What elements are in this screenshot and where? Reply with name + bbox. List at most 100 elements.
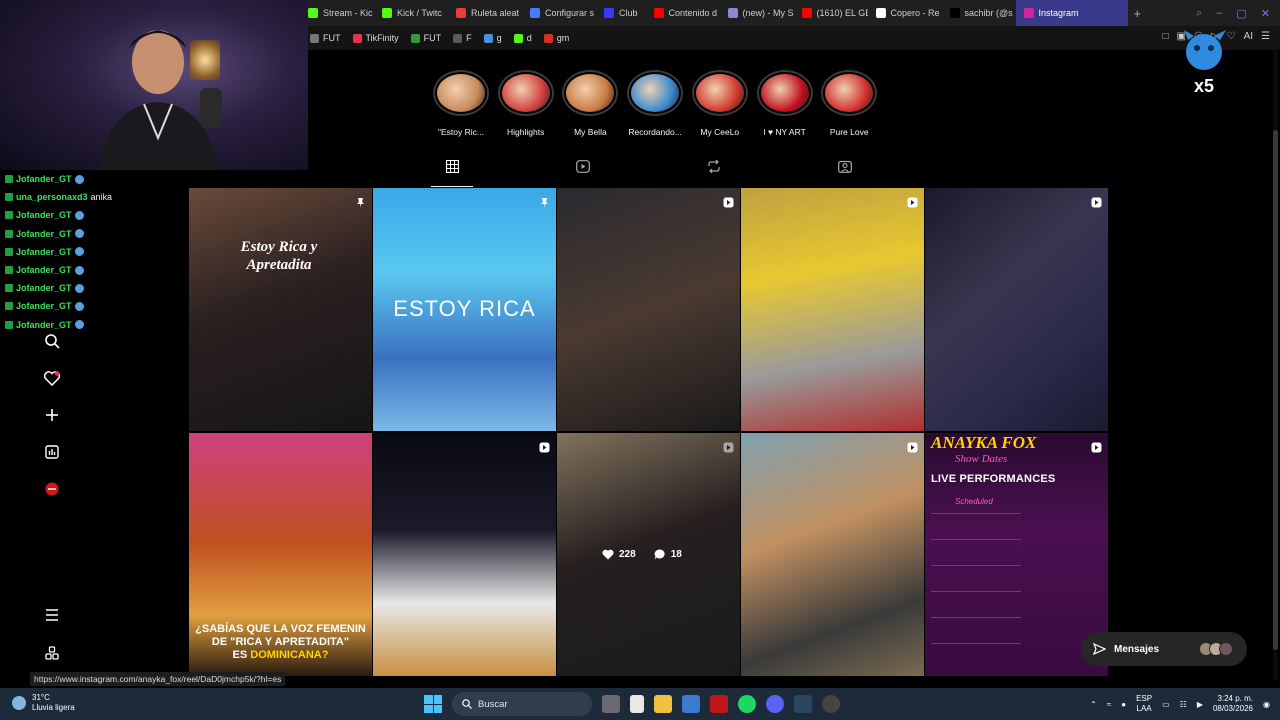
tab-favicon-icon bbox=[382, 8, 392, 18]
browser-tab[interactable]: Contenido d bbox=[646, 0, 720, 26]
profile-avatar[interactable] bbox=[44, 481, 60, 497]
messages-button[interactable]: Mensajes bbox=[1081, 632, 1247, 666]
tab-reels-icon[interactable] bbox=[574, 160, 592, 188]
browser-tab[interactable]: (new) - My S bbox=[720, 0, 794, 26]
chat-username: una_personaxd3 bbox=[16, 192, 88, 203]
page-scrollbar[interactable] bbox=[1273, 50, 1278, 680]
post-thumbnail[interactable] bbox=[373, 433, 556, 676]
browser-tab[interactable]: Copero - Re bbox=[868, 0, 942, 26]
browser-tab[interactable]: (1610) EL GE bbox=[794, 0, 868, 26]
browser-tab[interactable]: Configurar s bbox=[522, 0, 596, 26]
story-highlight[interactable]: "Estoy Ric... bbox=[432, 70, 490, 137]
notifications-icon[interactable]: ◉ bbox=[1263, 700, 1270, 709]
dashboard-icon[interactable] bbox=[44, 444, 60, 460]
story-highlight[interactable]: Recordando... bbox=[626, 70, 684, 137]
bookmark-item[interactable]: g bbox=[483, 33, 502, 43]
volume-icon[interactable]: ▶ bbox=[1197, 700, 1203, 709]
bookmark-item[interactable]: FUT bbox=[310, 33, 341, 43]
kick-badge-icon bbox=[5, 247, 13, 256]
post-thumbnail[interactable]: Estoy Rica y Apretadita bbox=[189, 188, 372, 431]
new-tab-button[interactable]: + bbox=[1128, 6, 1148, 21]
post-thumbnail[interactable]: ANAYKA FOX Show Dates LIVE PERFORMANCES Sch… bbox=[925, 433, 1108, 676]
chat-username: Jofander_GT bbox=[16, 301, 72, 312]
ai-button[interactable]: AI bbox=[1244, 31, 1253, 42]
tab-favicon-icon bbox=[801, 8, 812, 18]
active-tab-indicator bbox=[431, 186, 473, 187]
store-icon[interactable] bbox=[682, 695, 700, 713]
browser-tab[interactable]: Instagram bbox=[1015, 0, 1128, 26]
windows-start-icon[interactable] bbox=[424, 695, 442, 713]
wifi-icon[interactable]: ≈ bbox=[1107, 700, 1111, 709]
reel-icon bbox=[907, 440, 918, 453]
create-plus-icon[interactable] bbox=[44, 407, 60, 423]
tray-chevron-icon[interactable]: ⌃ bbox=[1090, 700, 1097, 709]
story-highlight[interactable]: I ♥ NY ART bbox=[756, 70, 814, 137]
mascot-overlay: x5 bbox=[1184, 30, 1226, 96]
opera-gx-icon[interactable] bbox=[710, 695, 728, 713]
tab-reposts-icon[interactable] bbox=[705, 160, 723, 188]
scrollbar-thumb[interactable] bbox=[1273, 130, 1278, 650]
more-menu-icon[interactable] bbox=[44, 607, 60, 623]
post-thumbnail[interactable] bbox=[557, 188, 740, 431]
browser-tab[interactable]: Kick / Twitc bbox=[374, 0, 448, 26]
chat-message: una_personaxd3 anika bbox=[0, 188, 112, 206]
post-thumbnail[interactable]: 228 18 bbox=[557, 433, 740, 676]
story-highlight[interactable]: Pure Love bbox=[820, 70, 878, 137]
search-icon[interactable]: ⌕ bbox=[1196, 7, 1202, 20]
bookmark-favicon-icon bbox=[352, 33, 362, 43]
maximize-icon[interactable]: ▢ bbox=[1236, 7, 1246, 20]
close-icon[interactable]: ✕ bbox=[1261, 7, 1270, 20]
chat-username: Jofander_GT bbox=[16, 210, 72, 221]
post-thumbnail[interactable] bbox=[925, 188, 1108, 431]
spotify-icon[interactable] bbox=[738, 695, 756, 713]
story-highlight[interactable]: My CeeLo bbox=[691, 70, 749, 137]
story-highlight[interactable]: My Bella bbox=[561, 70, 619, 137]
taskbar-search[interactable]: Buscar bbox=[452, 692, 592, 716]
reel-icon bbox=[907, 195, 918, 208]
display-icon[interactable]: ▭ bbox=[1162, 700, 1170, 709]
post-thumbnail[interactable]: ¿SABÍAS QUE LA VOZ FEMENIN DE "RICA Y APR… bbox=[189, 433, 372, 676]
file-explorer-icon[interactable] bbox=[654, 695, 672, 713]
system-tray: ⌃ ≈ ● ESP LAA ▭ ☷ ▶ 3:24 p. m. 08/03/2026 … bbox=[1090, 694, 1270, 714]
network-icon[interactable]: ☷ bbox=[1180, 700, 1187, 709]
browser-tab[interactable]: Club bbox=[596, 0, 646, 26]
notepad-icon[interactable] bbox=[630, 695, 644, 713]
chat-emote-icon bbox=[74, 265, 84, 275]
language-indicator[interactable]: ESP LAA bbox=[1136, 694, 1152, 714]
post-thumbnail[interactable] bbox=[741, 188, 924, 431]
bookmark-item[interactable]: d bbox=[513, 33, 532, 43]
task-view-icon[interactable] bbox=[602, 695, 620, 713]
bookmark-item[interactable]: gm bbox=[543, 33, 569, 43]
notifications-heart-icon[interactable] bbox=[44, 370, 60, 386]
tab-favicon-icon bbox=[530, 8, 540, 18]
tab-label: Copero - Re bbox=[890, 8, 940, 18]
kick-badge-icon bbox=[5, 211, 13, 220]
tab-posts-grid-icon[interactable] bbox=[443, 160, 461, 188]
bookmark-favicon-icon bbox=[513, 33, 523, 43]
post-thumbnail[interactable] bbox=[741, 433, 924, 676]
steam-icon[interactable] bbox=[794, 695, 812, 713]
bookmark-item[interactable]: FUT bbox=[410, 33, 441, 43]
bookmark-label: FUT bbox=[323, 33, 341, 43]
bookmark-item[interactable]: F bbox=[453, 33, 472, 43]
weather-widget[interactable]: 31°C Lluvia ligera bbox=[12, 693, 75, 713]
discord-icon[interactable] bbox=[766, 695, 784, 713]
story-highlight[interactable]: Highlights bbox=[497, 70, 555, 137]
tab-tagged-icon[interactable] bbox=[836, 160, 854, 188]
clock[interactable]: 3:24 p. m. 08/03/2026 bbox=[1213, 694, 1253, 714]
browser-tab[interactable]: sachibr (@s bbox=[942, 0, 1016, 26]
mic-icon[interactable]: ● bbox=[1121, 700, 1126, 709]
post-thumbnail[interactable]: ESTOY RICA bbox=[373, 188, 556, 431]
menu-icon[interactable]: ☰ bbox=[1261, 31, 1270, 42]
obs-icon[interactable] bbox=[822, 695, 840, 713]
bookmark-favicon-icon bbox=[453, 33, 463, 43]
chat-message: Jofander_GT bbox=[0, 225, 110, 243]
bookmark-item[interactable]: TikFinity bbox=[352, 33, 399, 43]
tab-label: Instagram bbox=[1038, 8, 1079, 18]
bookmark-icon[interactable]: □ bbox=[1162, 31, 1168, 42]
search-icon[interactable] bbox=[44, 333, 60, 349]
also-from-meta-icon[interactable] bbox=[44, 645, 60, 661]
browser-tab[interactable]: Ruleta aleat bbox=[448, 0, 522, 26]
browser-tab[interactable]: Stream - Kic bbox=[300, 0, 374, 26]
minimize-icon[interactable]: – bbox=[1216, 7, 1222, 20]
